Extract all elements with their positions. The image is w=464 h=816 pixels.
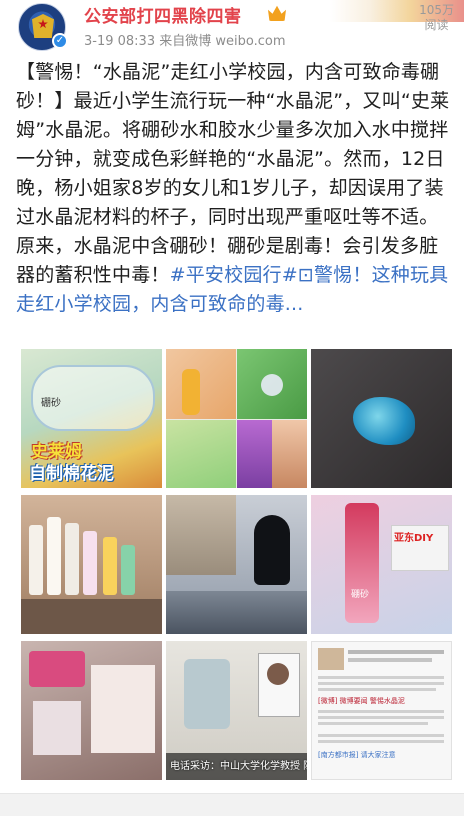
image-tile-1[interactable]: 硼砂 史莱姆 自制棉花泥 [21,349,162,488]
crown-badge-icon [268,5,286,21]
image-tile-6[interactable]: 亚东DIY 硼砂 [311,495,452,634]
bottle-label: 硼砂 [351,590,370,600]
person-silhouette [254,515,290,585]
product-subtitle: 自制棉花泥 [29,464,114,484]
image-tile-5[interactable] [166,495,307,634]
video-caption: 电话采访：中山大学化学教授 陈六 [170,761,307,772]
post-header: ✓ 公安部打四黑除四害 3-19 08:33 来自微博 weibo.com 10… [0,0,464,52]
post-body: 【警惕！“水晶泥”走红小学校园，内含可致命毒硼砂！】最近小学生流行玩一种“水晶泥… [16,58,452,319]
view-count: 105万 阅读 [419,3,454,33]
jar-label: 硼砂 [41,398,61,409]
box-label: 亚东DIY [394,533,434,544]
image-tile-7[interactable] [21,641,162,780]
image-tile-9[interactable]: [微博] 微博要闻 警惕水晶泥 [南方都市报] 请大家注意 [311,641,452,780]
image-tile-8[interactable]: 电话采访：中山大学化学教授 陈六 [166,641,307,780]
view-count-label: 阅读 [424,18,449,32]
link-icon[interactable]: ⊡ [298,264,314,286]
footer-bar [0,793,464,816]
account-name[interactable]: 公安部打四黑除四害 [84,2,242,27]
post-text: 【警惕！“水晶泥”走红小学校园，内含可致命毒硼砂！】最近小学生流行玩一种“水晶泥… [16,61,450,286]
bottle-shape [182,369,200,415]
news-heading: [微博] 微博要闻 警惕水晶泥 [318,697,405,705]
hashtag-link[interactable]: #平安校园行# [170,264,298,286]
image-tile-4[interactable] [21,495,162,634]
image-tile-3[interactable] [311,349,452,488]
verified-icon: ✓ [52,33,68,49]
slime-blob [353,397,415,445]
post-meta: 3-19 08:33 来自微博 weibo.com [84,34,286,49]
image-grid: 硼砂 史莱姆 自制棉花泥 亚东DIY 硼砂 电话采访：中山大学化学教授 [微博]… [21,349,452,781]
image-tile-2[interactable] [166,349,307,488]
news-source: [南方都市报] 请大家注意 [318,751,396,759]
view-count-number: 105万 [419,3,454,17]
glue-bottle [345,503,379,623]
